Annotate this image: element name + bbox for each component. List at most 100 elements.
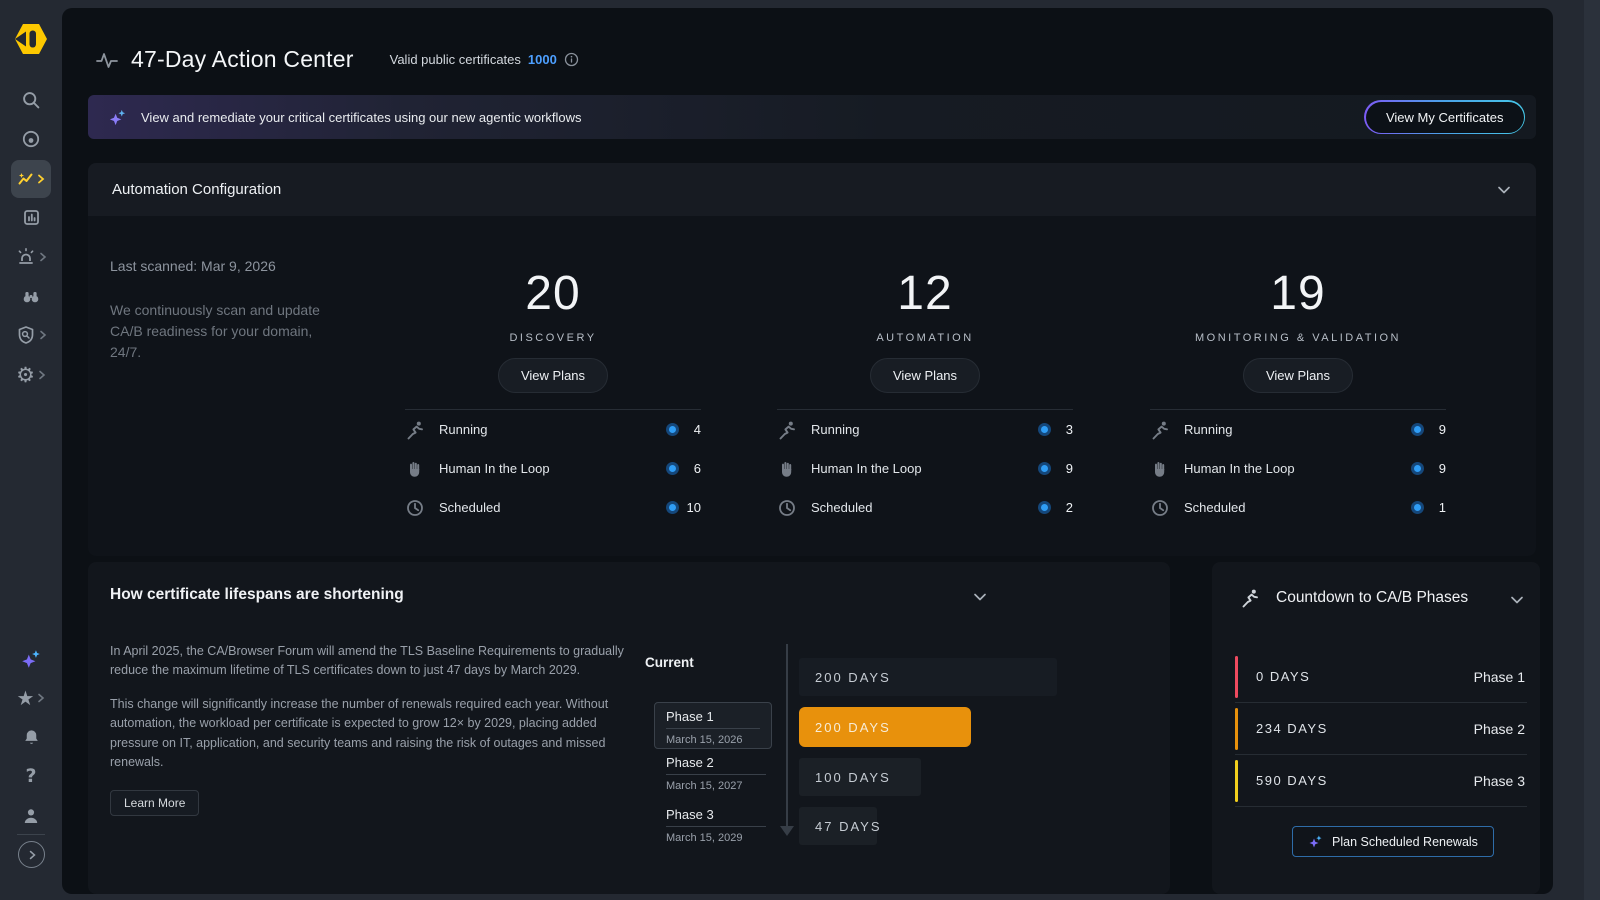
stat-column-discovery: 20 DISCOVERY View Plans Running 4 Human …	[405, 270, 701, 527]
stat-row-value: 2	[1059, 500, 1073, 515]
status-dot	[1038, 501, 1051, 514]
sidebar-item-inspections[interactable]	[0, 321, 62, 349]
countdown-days: 590 DAYS	[1256, 773, 1328, 788]
view-my-certificates-button[interactable]: View My Certificates	[1366, 102, 1524, 133]
phase-date: March 15, 2027	[666, 780, 766, 792]
question-mark-icon: ?	[25, 767, 36, 786]
stat-row-value: 9	[1059, 461, 1073, 476]
sidebar-item-discovery[interactable]	[0, 282, 62, 310]
countdown-row-phase-1: 0 DAYS Phase 1	[1235, 651, 1527, 703]
countdown-header: Countdown to CA/B Phases	[1240, 588, 1468, 608]
stat-row-scheduled: Scheduled 10	[405, 488, 701, 527]
target-icon	[21, 129, 41, 149]
automation-configuration-title: Automation Configuration	[112, 181, 281, 198]
stat-row-scheduled: Scheduled 1	[1150, 488, 1446, 527]
hexagon-logo-icon	[13, 21, 49, 57]
status-dot	[666, 462, 679, 475]
view-plans-button[interactable]: View Plans	[1243, 358, 1353, 393]
lifespan-bar-200-days: 200 DAYS	[799, 658, 1057, 696]
stat-row-value: 1	[1432, 500, 1446, 515]
view-plans-button[interactable]: View Plans	[498, 358, 608, 393]
gear-icon: ⚙	[16, 365, 35, 386]
phase-tab-2[interactable]: Phase 2 March 15, 2027	[666, 755, 766, 792]
sparkles-icon	[1308, 834, 1323, 849]
window-scroll-strip[interactable]	[1584, 0, 1600, 900]
stat-row-running: Running 4	[405, 410, 701, 449]
phase-name: Phase 1	[666, 709, 760, 729]
runner-icon	[405, 420, 425, 440]
chevron-right-icon	[38, 370, 46, 380]
stat-label: MONITORING & VALIDATION	[1150, 332, 1446, 344]
stat-column-automation: 12 AUTOMATION View Plans Running 3 Human…	[777, 270, 1073, 527]
chevron-right-icon	[39, 252, 47, 262]
sidebar-expand-button[interactable]	[18, 841, 45, 868]
chevron-down-icon[interactable]	[972, 589, 988, 605]
sidebar-item-help[interactable]: ?	[0, 762, 62, 790]
stat-row-value: 3	[1059, 422, 1073, 437]
chevron-down-icon[interactable]	[1509, 592, 1525, 608]
lifespan-bar-200-days-highlighted: 200 DAYS	[799, 707, 971, 747]
runner-icon	[1150, 420, 1170, 440]
view-plans-button[interactable]: View Plans	[870, 358, 980, 393]
view-my-certificates-button-border: View My Certificates	[1364, 100, 1525, 134]
sidebar-item-account[interactable]	[0, 802, 62, 830]
countdown-row-phase-2: 234 DAYS Phase 2	[1235, 703, 1527, 755]
phase-color-bar	[1235, 656, 1238, 698]
sidebar-item-action-center-active[interactable]	[11, 160, 51, 198]
brand-logo-icon[interactable]	[13, 21, 49, 57]
countdown-phase: Phase 3	[1474, 773, 1527, 789]
sidebar-item-reports[interactable]	[0, 203, 62, 231]
binoculars-icon	[21, 286, 41, 306]
lifespan-bar-100-days: 100 DAYS	[799, 758, 921, 796]
plan-scheduled-renewals-button[interactable]: Plan Scheduled Renewals	[1292, 826, 1494, 857]
activity-pulse-icon	[96, 49, 118, 71]
phase-tab-1-selected[interactable]: Phase 1 March 15, 2026	[654, 702, 772, 749]
phase-name: Phase 2	[666, 755, 766, 775]
stat-row-running: Running 9	[1150, 410, 1446, 449]
countdown-phase: Phase 1	[1474, 669, 1527, 685]
status-dot	[666, 501, 679, 514]
sidebar-item-alerts[interactable]	[0, 243, 62, 271]
sidebar: ⚙ ★ ?	[0, 0, 62, 900]
phase-date: March 15, 2026	[666, 734, 760, 746]
stat-row-value: 9	[1432, 461, 1446, 476]
automation-configuration-header[interactable]: Automation Configuration	[88, 163, 1536, 216]
chevron-down-icon[interactable]	[1496, 182, 1512, 198]
countdown-row-phase-3: 590 DAYS Phase 3	[1235, 755, 1527, 807]
chevron-right-icon	[37, 174, 45, 184]
stat-count: 20	[405, 270, 701, 318]
phase-date: March 15, 2029	[666, 832, 766, 844]
learn-more-button[interactable]: Learn More	[110, 790, 199, 816]
star-icon: ★	[17, 688, 35, 708]
valid-certificates-summary: Valid public certificates 1000	[390, 52, 579, 67]
hand-icon	[777, 459, 797, 479]
phase-tab-3[interactable]: Phase 3 March 15, 2029	[666, 807, 766, 844]
stat-row-label: Scheduled	[811, 500, 872, 515]
chevron-right-icon	[37, 693, 45, 703]
hand-icon	[1150, 459, 1170, 479]
countdown-days: 234 DAYS	[1256, 721, 1328, 736]
countdown-days: 0 DAYS	[1256, 669, 1310, 684]
stat-row-scheduled: Scheduled 2	[777, 488, 1073, 527]
stat-label: DISCOVERY	[405, 332, 701, 344]
sidebar-item-settings[interactable]: ⚙	[0, 361, 62, 389]
stat-count: 19	[1150, 270, 1446, 318]
countdown-card: Countdown to CA/B Phases 0 DAYS Phase 1 …	[1212, 562, 1540, 894]
page-header: 47-Day Action Center Valid public certif…	[96, 46, 579, 73]
stat-row-human-in-the-loop: Human In the Loop 6	[405, 449, 701, 488]
stat-row-label: Scheduled	[439, 500, 500, 515]
sidebar-item-scan[interactable]	[0, 125, 62, 153]
sidebar-item-notifications[interactable]	[0, 723, 62, 751]
stat-row-label: Running	[439, 422, 487, 437]
sidebar-item-favorites[interactable]: ★	[0, 684, 62, 712]
phase-color-bar	[1235, 760, 1238, 802]
sparkles-icon	[20, 648, 42, 670]
info-icon[interactable]	[564, 52, 579, 67]
valid-certificates-count-link[interactable]: 1000	[528, 52, 557, 67]
stat-row-value: 6	[687, 461, 701, 476]
sidebar-item-ai-assistant[interactable]	[0, 645, 62, 673]
timeline-line	[786, 644, 788, 826]
siren-icon	[16, 247, 36, 267]
stat-row-value: 9	[1432, 422, 1446, 437]
sidebar-item-search[interactable]	[0, 86, 62, 114]
